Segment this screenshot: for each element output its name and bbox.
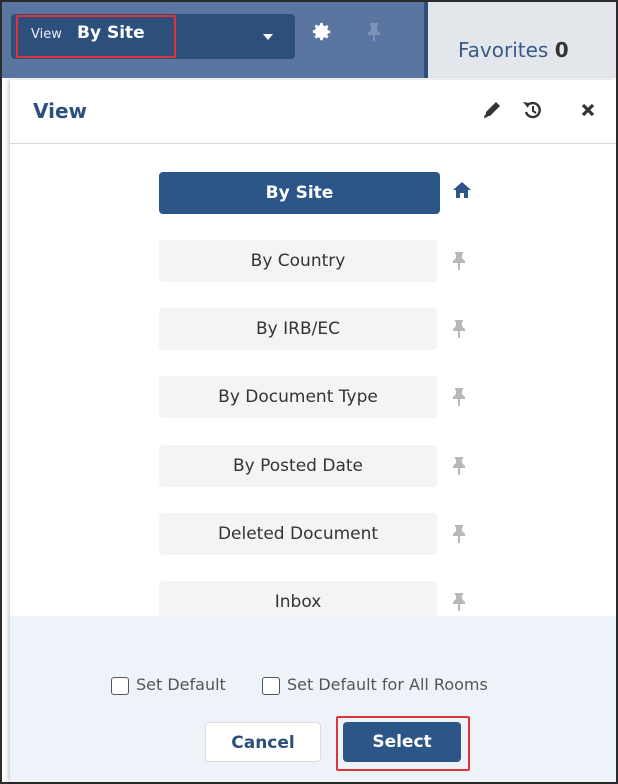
- pin-icon[interactable]: [453, 457, 465, 475]
- dialog-title: View: [33, 99, 88, 123]
- gear-icon[interactable]: [311, 21, 333, 43]
- view-option-by-site[interactable]: By Site: [159, 172, 440, 214]
- header-separator: [10, 143, 616, 144]
- set-default-all-rooms-checkbox[interactable]: [262, 677, 280, 695]
- view-option-by-document-type[interactable]: By Document Type: [159, 376, 437, 418]
- pin-icon[interactable]: [367, 22, 381, 42]
- pencil-icon[interactable]: [483, 101, 501, 119]
- view-option-by-posted-date[interactable]: By Posted Date: [159, 445, 437, 487]
- set-default-label: Set Default: [136, 675, 226, 694]
- pin-icon[interactable]: [453, 252, 465, 270]
- pin-icon[interactable]: [453, 388, 465, 406]
- set-default-checkbox[interactable]: [111, 677, 129, 695]
- highlight-box-view: [16, 15, 176, 58]
- home-icon[interactable]: [453, 182, 471, 198]
- cancel-button[interactable]: Cancel: [205, 722, 321, 762]
- pin-icon[interactable]: [453, 593, 465, 611]
- set-default-all-rooms-label: Set Default for All Rooms: [287, 675, 488, 694]
- highlight-box-select: [336, 716, 470, 771]
- chevron-down-icon: [263, 34, 273, 40]
- favorites-label[interactable]: Favorites 0: [458, 38, 569, 62]
- view-option-by-country[interactable]: By Country: [159, 240, 437, 282]
- view-option-deleted-document[interactable]: Deleted Document: [159, 513, 437, 555]
- history-icon[interactable]: [522, 100, 544, 120]
- view-option-by-irb-ec[interactable]: By IRB/EC: [159, 308, 437, 350]
- close-icon[interactable]: [580, 102, 596, 118]
- favorites-count: 0: [554, 38, 569, 62]
- pin-icon[interactable]: [453, 525, 465, 543]
- favorites-text: Favorites: [458, 38, 549, 62]
- pin-icon[interactable]: [453, 320, 465, 338]
